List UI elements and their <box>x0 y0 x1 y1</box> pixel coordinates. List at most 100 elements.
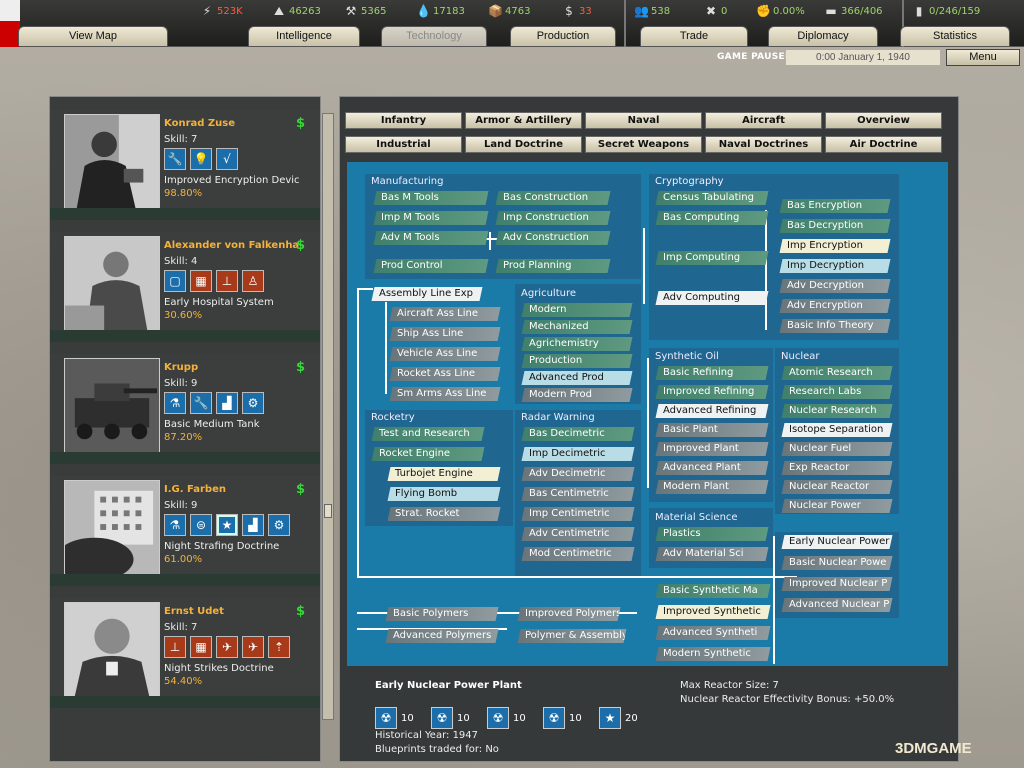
cat-naval[interactable]: Naval <box>585 112 702 129</box>
tech-node[interactable]: Polymer & Assembly <box>517 629 627 643</box>
tech-node[interactable]: Prod Control <box>373 259 489 273</box>
cat-aircraft[interactable]: Aircraft <box>705 112 822 129</box>
tab-trade[interactable]: Trade <box>640 26 748 46</box>
tech-node[interactable]: Plastics <box>655 527 769 541</box>
tech-node[interactable]: Modern <box>521 303 633 317</box>
teams-scrollbar[interactable] <box>322 113 334 720</box>
cat-overview[interactable]: Overview <box>825 112 942 129</box>
tech-node[interactable]: Adv M Tools <box>373 231 489 245</box>
tech-node[interactable]: Adv Computing <box>655 291 769 305</box>
tech-node[interactable]: Test and Research <box>371 427 485 441</box>
cat-air-doctrine[interactable]: Air Doctrine <box>825 136 942 153</box>
tech-node[interactable]: Adv Material Sci <box>655 547 769 561</box>
tech-node-selected[interactable]: Early Nuclear Power <box>781 535 893 549</box>
tech-node[interactable]: Bas Encryption <box>779 199 891 213</box>
tab-production[interactable]: Production <box>510 26 616 46</box>
tech-node[interactable]: Adv Decryption <box>779 279 891 293</box>
tech-node[interactable]: Adv Construction <box>495 231 611 245</box>
tab-diplomacy[interactable]: Diplomacy <box>768 26 878 46</box>
team-card[interactable]: Ernst Udet $ Skill: 7 ⊥ ▦ ✈ ✈ ⇡ Night Strike… <box>50 598 320 708</box>
tech-node[interactable]: Basic Plant <box>655 423 769 437</box>
tech-node[interactable]: Turbojet Engine <box>387 467 501 481</box>
cat-naval-doctrines[interactable]: Naval Doctrines <box>705 136 822 153</box>
tech-node[interactable]: Strat. Rocket <box>387 507 501 521</box>
team-card[interactable]: Krupp $ Skill: 9 ⚗ 🔧 ▟ ⚙ Basic Medium Tank … <box>50 354 320 464</box>
cat-armor-artillery[interactable]: Armor & Artillery <box>465 112 582 129</box>
tech-node[interactable]: Improved Synthetic <box>655 605 771 619</box>
country-flag[interactable] <box>0 0 20 47</box>
tech-node[interactable]: Atomic Research <box>781 366 893 380</box>
connector <box>357 288 373 290</box>
tech-node[interactable]: Adv Centimetric <box>521 527 635 541</box>
tech-node[interactable]: Imp Decimetric <box>521 447 635 461</box>
tech-node[interactable]: Sm Arms Ass Line <box>389 387 501 401</box>
tech-node[interactable]: Modern Prod <box>521 388 633 402</box>
tech-node[interactable]: Improved Plant <box>655 442 769 456</box>
tech-node[interactable]: Ship Ass Line <box>389 327 501 341</box>
team-card[interactable]: I.G. Farben $ Skill: 9 ⚗ ⊜ ★ ▟ ⚙ Night Straf… <box>50 476 320 586</box>
tech-node[interactable]: Bas Centimetric <box>521 487 635 501</box>
tech-node[interactable]: Nuclear Reactor <box>781 480 893 494</box>
cat-industrial[interactable]: Industrial <box>345 136 462 153</box>
tech-node[interactable]: Basic Synthetic Ma <box>655 584 771 598</box>
tech-node[interactable]: Imp Construction <box>495 211 611 225</box>
tech-node[interactable]: Modern Plant <box>655 480 769 494</box>
tech-node[interactable]: Bas M Tools <box>373 191 489 205</box>
tech-node[interactable]: Basic Info Theory <box>779 319 891 333</box>
cat-infantry[interactable]: Infantry <box>345 112 462 129</box>
tech-node[interactable]: Imp Decryption <box>779 259 891 273</box>
tech-node[interactable]: Modern Synthetic <box>655 647 771 661</box>
tech-node[interactable]: Nuclear Research <box>781 404 893 418</box>
tech-node[interactable]: Imp Encryption <box>779 239 891 253</box>
tech-node[interactable]: Assembly Line Exp <box>371 287 483 301</box>
tech-node[interactable]: Production <box>521 354 633 368</box>
tech-node[interactable]: Adv Encryption <box>779 299 891 313</box>
tech-node[interactable]: Advanced Syntheti <box>655 626 771 640</box>
tech-node[interactable]: Basic Refining <box>655 366 769 380</box>
scrollbar-thumb[interactable] <box>324 504 332 518</box>
tech-node[interactable]: Imp Centimetric <box>521 507 635 521</box>
tab-view-map[interactable]: View Map <box>18 26 168 46</box>
tech-node[interactable]: Advanced Refining <box>655 404 769 418</box>
tech-node[interactable]: Basic Polymers <box>385 607 499 621</box>
tech-node[interactable]: Vehicle Ass Line <box>389 347 501 361</box>
tech-node[interactable]: Bas Decimetric <box>521 427 635 441</box>
tech-label: Strat. Rocket <box>395 508 460 519</box>
tech-node[interactable]: Improved Polymers <box>517 607 621 621</box>
tech-node[interactable]: Exp Reactor <box>781 461 893 475</box>
tech-node[interactable]: Rocket Ass Line <box>389 367 501 381</box>
tech-node[interactable]: Bas Decryption <box>779 219 891 233</box>
tech-node[interactable]: Advanced Polymers <box>385 629 499 643</box>
tab-intelligence[interactable]: Intelligence <box>248 26 360 46</box>
tech-node[interactable]: Improved Refining <box>655 385 769 399</box>
tech-node[interactable]: Bas Construction <box>495 191 611 205</box>
tech-node[interactable]: Flying Bomb <box>387 487 501 501</box>
team-card[interactable]: Alexander von Falkenha $ Skill: 4 ▢ ▦ ⊥ ♙ E… <box>50 232 320 342</box>
tab-statistics[interactable]: Statistics <box>900 26 1010 46</box>
tech-node[interactable]: Agrichemistry <box>521 337 633 351</box>
tech-node[interactable]: Mod Centimetric <box>521 547 635 561</box>
tech-node[interactable]: Bas Computing <box>655 211 769 225</box>
tech-node[interactable]: Prod Planning <box>495 259 611 273</box>
tech-node[interactable]: Research Labs <box>781 385 893 399</box>
menu-button[interactable]: Menu <box>946 49 1020 66</box>
tech-node[interactable]: Improved Nuclear P <box>781 577 893 591</box>
tech-node[interactable]: Imp Computing <box>655 251 769 265</box>
cat-land-doctrine[interactable]: Land Doctrine <box>465 136 582 153</box>
tech-node[interactable]: Isotope Separation <box>781 423 893 437</box>
tech-node[interactable]: Aircraft Ass Line <box>389 307 501 321</box>
cat-secret-weapons[interactable]: Secret Weapons <box>585 136 702 153</box>
tech-node[interactable]: Imp M Tools <box>373 211 489 225</box>
tech-node[interactable]: Nuclear Fuel <box>781 442 893 456</box>
tech-node[interactable]: Advanced Prod <box>521 371 633 385</box>
tech-node[interactable]: Advanced Nuclear P <box>781 598 893 612</box>
team-card[interactable]: Konrad Zuse $ Skill: 7 🔧 💡 √ Improved Encr… <box>50 110 320 220</box>
tech-node[interactable]: Adv Decimetric <box>521 467 635 481</box>
tech-node[interactable]: Census Tabulating <box>655 191 769 205</box>
tech-node[interactable]: Nuclear Power <box>781 499 893 513</box>
tech-node[interactable]: Mechanized <box>521 320 633 334</box>
tech-node[interactable]: Rocket Engine <box>371 447 485 461</box>
tech-node[interactable]: Advanced Plant <box>655 461 769 475</box>
tech-node[interactable]: Basic Nuclear Powe <box>781 556 893 570</box>
tab-technology[interactable]: Technology <box>381 26 487 46</box>
